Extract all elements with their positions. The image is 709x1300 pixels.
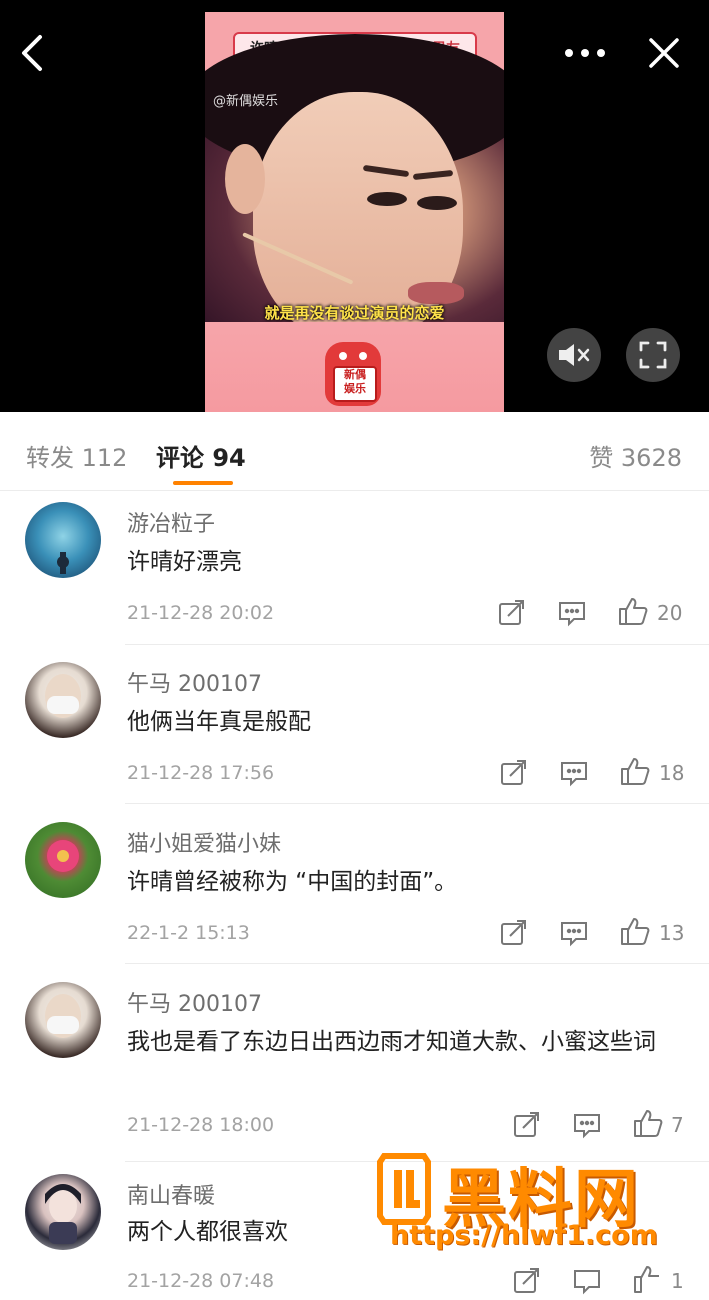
like-count: 13 bbox=[659, 921, 685, 945]
comment-text: 许晴曾经被称为 “中国的封面”。 bbox=[127, 869, 458, 895]
comment-item: 猫小姐爱猫小妹 许晴曾经被称为 “中国的封面”。 22-1-2 15:13 13 bbox=[0, 812, 709, 964]
site-watermark: 黑料网 https://hlwf1.com bbox=[376, 1148, 696, 1258]
comment-item: 游冶粒子 许晴好漂亮 21-12-28 20:02 20 bbox=[0, 492, 709, 644]
flower-avatar-icon bbox=[47, 840, 79, 872]
mute-speaker-icon bbox=[559, 344, 590, 366]
masked-woman-avatar-icon bbox=[45, 674, 81, 718]
comment-icon bbox=[574, 1114, 600, 1139]
mascot-logo: 新偶 娱乐 bbox=[325, 342, 381, 406]
reply-button[interactable] bbox=[572, 1110, 602, 1140]
repost-button[interactable] bbox=[498, 758, 528, 788]
comment-item: 午马 200107 我也是看了东边日出西边雨才知道大款、小蜜这些词 21-12-… bbox=[0, 972, 709, 1162]
like-button[interactable] bbox=[633, 1108, 663, 1138]
reply-button[interactable] bbox=[572, 1266, 602, 1296]
thumbs-up-icon bbox=[619, 598, 648, 625]
repost-button[interactable] bbox=[511, 1110, 541, 1140]
back-button[interactable] bbox=[10, 30, 56, 76]
close-icon bbox=[649, 38, 679, 68]
like-button[interactable] bbox=[633, 1264, 663, 1294]
comment-username[interactable]: 游冶粒子 bbox=[127, 506, 215, 538]
anime-avatar-icon bbox=[45, 1184, 81, 1244]
like-button[interactable] bbox=[618, 596, 648, 626]
like-count: 18 bbox=[659, 761, 685, 785]
more-dots-icon bbox=[565, 49, 605, 57]
tab-repost[interactable]: 转发 112 bbox=[26, 438, 127, 473]
share-edit-icon bbox=[501, 920, 526, 945]
comment-text: 许晴好漂亮 bbox=[127, 549, 242, 575]
share-edit-icon bbox=[501, 760, 526, 785]
comment-time: 21-12-28 18:00 bbox=[127, 1114, 275, 1136]
comment-text: 我也是看了东边日出西边雨才知道大款、小蜜这些词 bbox=[127, 1029, 656, 1055]
thumbs-up-icon bbox=[621, 918, 650, 945]
video-scene: @新偶娱乐 bbox=[205, 34, 504, 342]
comment-time: 21-12-28 07:48 bbox=[127, 1270, 275, 1292]
divider bbox=[125, 803, 709, 804]
mute-button[interactable] bbox=[547, 328, 601, 382]
comment-icon bbox=[574, 1270, 600, 1295]
comment-time: 21-12-28 17:56 bbox=[127, 762, 275, 784]
comment-icon bbox=[561, 762, 587, 787]
comment-username[interactable]: 午马 200107 bbox=[127, 666, 262, 698]
like-count: 1 bbox=[671, 1269, 684, 1293]
divider bbox=[125, 644, 709, 645]
share-edit-icon bbox=[514, 1112, 539, 1137]
like-count: 7 bbox=[671, 1113, 684, 1137]
comment-username[interactable]: 午马 200107 bbox=[127, 986, 262, 1018]
back-arrow-icon bbox=[22, 35, 42, 71]
tab-bar: 转发 112 评论 94 赞 3628 bbox=[0, 412, 709, 491]
tab-likes[interactable]: 赞 3628 bbox=[589, 438, 682, 473]
like-button[interactable] bbox=[620, 756, 650, 786]
watermark-url: https://hlwf1.com bbox=[390, 1220, 658, 1251]
video-subtitle: 就是再没有谈过演员的恋爱 bbox=[264, 304, 445, 322]
video-frame[interactable]: 许晴：志文是我最后一个演员男友 @新偶娱乐 就是再没有谈过演员的恋爱 新偶 bbox=[205, 12, 504, 412]
video-player[interactable]: 许晴：志文是我最后一个演员男友 @新偶娱乐 就是再没有谈过演员的恋爱 新偶 bbox=[0, 0, 709, 412]
thumbs-up-icon bbox=[621, 758, 650, 785]
thumbs-up-icon bbox=[634, 1110, 663, 1137]
repost-button[interactable] bbox=[496, 598, 526, 628]
share-edit-icon bbox=[499, 600, 524, 625]
like-count: 20 bbox=[657, 601, 683, 625]
reply-button[interactable] bbox=[559, 758, 589, 788]
fullscreen-button[interactable] bbox=[626, 328, 680, 382]
reply-button[interactable] bbox=[559, 918, 589, 948]
reply-button[interactable] bbox=[557, 598, 587, 628]
comment-username[interactable]: 南山春暖 bbox=[127, 1178, 215, 1210]
source-watermark: @新偶娱乐 bbox=[213, 94, 279, 109]
comment-username[interactable]: 猫小姐爱猫小妹 bbox=[127, 826, 281, 858]
comment-item: 午马 200107 他俩当年真是般配 21-12-28 17:56 18 bbox=[0, 652, 709, 804]
divider bbox=[125, 963, 709, 964]
masked-woman-avatar-icon bbox=[45, 994, 81, 1038]
active-tab-indicator bbox=[173, 481, 233, 485]
more-button[interactable] bbox=[562, 30, 608, 76]
comment-time: 22-1-2 15:13 bbox=[127, 922, 250, 944]
watermark-logo-icon bbox=[377, 1153, 431, 1225]
avatar[interactable] bbox=[25, 662, 101, 738]
comment-icon bbox=[561, 922, 587, 947]
ocean-avatar-icon bbox=[57, 552, 69, 574]
close-button[interactable] bbox=[641, 30, 687, 76]
comment-text: 他俩当年真是般配 bbox=[127, 709, 311, 735]
avatar[interactable] bbox=[25, 1174, 101, 1250]
comment-icon bbox=[559, 602, 585, 627]
avatar[interactable] bbox=[25, 982, 101, 1058]
avatar[interactable] bbox=[25, 502, 101, 578]
avatar[interactable] bbox=[25, 822, 101, 898]
comment-time: 21-12-28 20:02 bbox=[127, 602, 275, 624]
tab-comments[interactable]: 评论 94 bbox=[156, 438, 246, 473]
fullscreen-icon bbox=[639, 341, 667, 369]
share-edit-icon bbox=[514, 1268, 539, 1293]
repost-button[interactable] bbox=[511, 1266, 541, 1296]
thumbs-up-icon bbox=[634, 1266, 659, 1293]
repost-button[interactable] bbox=[498, 918, 528, 948]
like-button[interactable] bbox=[620, 916, 650, 946]
